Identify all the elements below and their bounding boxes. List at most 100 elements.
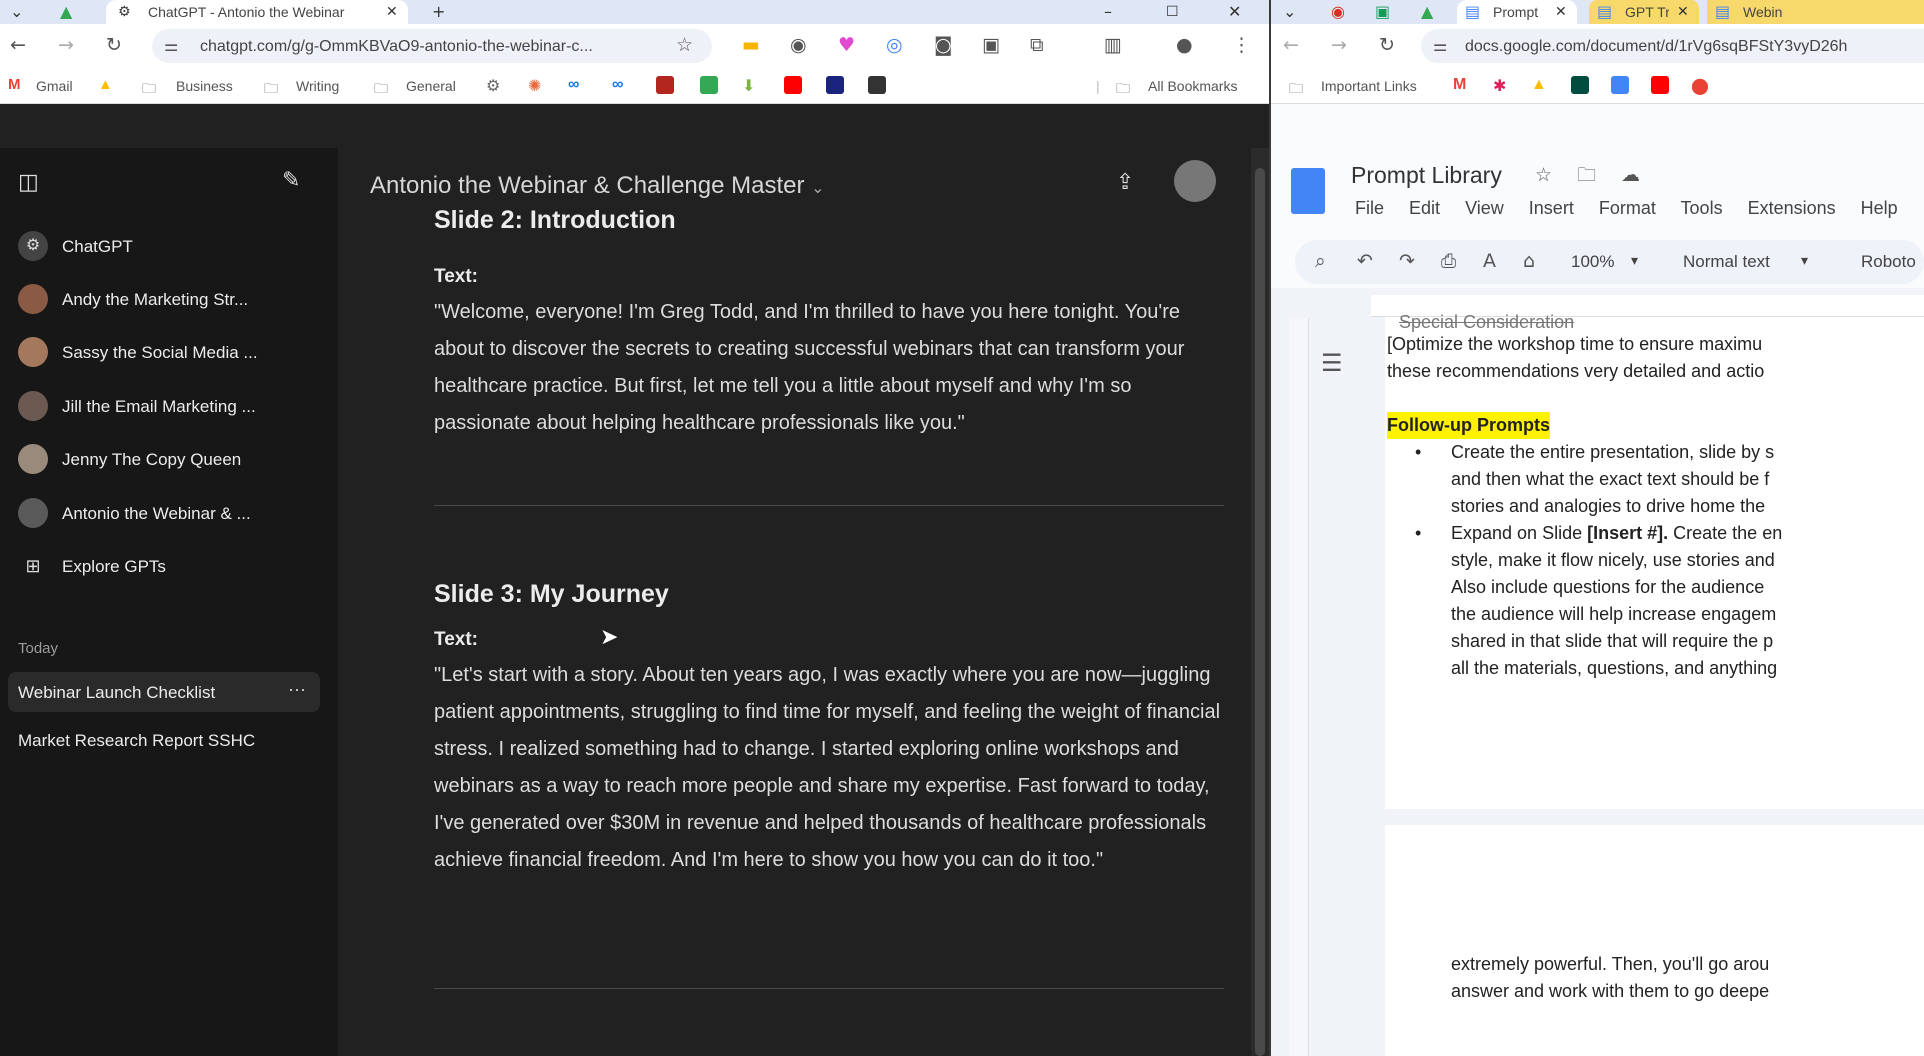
address-bar[interactable]: ⚌ chatgpt.com/g/g-OmmKBVaO9-antonio-the-… (152, 29, 712, 63)
drive-tab-icon[interactable]: ▲ (60, 2, 72, 21)
menu-help[interactable]: Help (1861, 198, 1898, 218)
chevron-down-icon[interactable]: ▾ (1801, 252, 1808, 269)
heart-extension-icon[interactable]: ♥ (838, 34, 855, 56)
chevron-down-icon[interactable]: ▾ (1631, 252, 1638, 269)
doc-text[interactable]: and then what the exact text should be f (1451, 466, 1769, 493)
drive-icon[interactable]: ▲ (1531, 76, 1549, 94)
back-icon[interactable]: ← (10, 34, 26, 56)
history-item[interactable]: Webinar Launch Checklist ⋯ (8, 672, 320, 712)
move-folder-icon[interactable]: 🗀 (1577, 164, 1596, 186)
maximize-icon[interactable]: ☐ (1166, 4, 1179, 20)
doc-text[interactable]: these recommendations very detailed and … (1387, 358, 1764, 385)
reload-icon[interactable]: ↻ (1379, 34, 1395, 56)
sidebar-gpt-sassy[interactable]: Sassy the Social Media ... (16, 332, 316, 372)
doc-text[interactable]: answer and work with them to go deepe (1451, 978, 1769, 1005)
zoom-select[interactable]: 100% (1571, 252, 1614, 272)
spellcheck-icon[interactable]: A (1483, 250, 1496, 272)
doc-heading[interactable]: Follow-up Prompts (1387, 412, 1550, 439)
doc-title[interactable]: Prompt Library (1351, 162, 1502, 189)
new-tab-icon[interactable]: + (432, 2, 445, 21)
more-options-icon[interactable]: ⋯ (288, 680, 306, 701)
bookmark-business[interactable]: Business (176, 78, 233, 94)
style-select[interactable]: Normal text (1683, 252, 1770, 272)
arrow-bookmark-icon[interactable]: ⬇ (742, 76, 760, 95)
forward-icon[interactable]: → (1331, 34, 1347, 56)
undo-icon[interactable]: ↶ (1357, 250, 1373, 272)
doc-text[interactable]: the audience will help increase engagem (1451, 601, 1776, 628)
share-icon[interactable]: ⇪ (1116, 170, 1134, 195)
bookmark-all[interactable]: All Bookmarks (1148, 78, 1237, 94)
menu-kebab-icon[interactable]: ⋮ (1232, 34, 1251, 56)
sidebar-gpt-andy[interactable]: Andy the Marketing Str... (16, 279, 316, 319)
app-bookmark-icon[interactable] (656, 76, 674, 94)
doc-text[interactable]: Also include questions for the audience (1451, 574, 1764, 601)
sidebar-explore-gpts[interactable]: ⊞ Explore GPTs (16, 546, 316, 586)
reload-icon[interactable]: ↻ (106, 34, 122, 56)
youtube-bookmark-icon[interactable] (784, 76, 802, 94)
tab-webinar[interactable]: ▤ Webin (1707, 0, 1924, 24)
site-info-icon[interactable]: ⚌ (1433, 35, 1447, 57)
star-icon[interactable]: ☆ (1535, 164, 1552, 186)
doc-text[interactable]: all the materials, questions, and anythi… (1451, 655, 1777, 682)
circle-extension-icon[interactable]: ◎ (886, 34, 903, 56)
sidebar-gpt-jill[interactable]: Jill the Email Marketing ... (16, 386, 316, 426)
site-info-icon[interactable]: ⚌ (164, 35, 178, 57)
tab-gpt[interactable]: ▤ GPT Tr ✕ (1589, 0, 1699, 24)
print-icon[interactable]: ⎙ (1441, 250, 1456, 272)
meta-bookmark-icon[interactable]: ∞ (568, 76, 586, 94)
user-avatar[interactable] (1174, 160, 1216, 202)
cloud-status-icon[interactable]: ☁ (1621, 164, 1640, 186)
bookmark-star-icon[interactable]: ☆ (676, 34, 693, 56)
doc-text[interactable]: extremely powerful. Then, you'll go arou (1451, 951, 1769, 978)
sidepanel-icon[interactable]: ▥ (1104, 34, 1122, 56)
paint-format-icon[interactable]: ⌂ (1523, 250, 1535, 272)
menu-file[interactable]: File (1355, 198, 1384, 218)
bookmark-writing[interactable]: Writing (296, 78, 339, 94)
new-chat-icon[interactable]: ✎ (282, 168, 300, 193)
toggle-sidebar-icon[interactable]: ◫ (18, 170, 39, 195)
meta-bookmark-icon-2[interactable]: ∞ (612, 76, 630, 94)
tab-search-icon[interactable]: ⌄ (10, 2, 23, 21)
youtube-icon[interactable] (1651, 76, 1669, 94)
doc-text[interactable]: shared in that slide that will require t… (1451, 628, 1773, 655)
slack-icon[interactable]: ✱ (1493, 76, 1511, 95)
search-menus-icon[interactable]: ⌕ (1315, 250, 1326, 272)
redo-icon[interactable]: ↷ (1399, 250, 1415, 272)
forward-icon[interactable]: → (58, 34, 74, 56)
close-tab-icon[interactable]: ✕ (1677, 4, 1689, 20)
chat-scrollbar[interactable] (1251, 148, 1269, 1056)
sbn-bookmark-icon[interactable] (868, 76, 886, 94)
maps-icon[interactable]: ⬤ (1691, 76, 1709, 95)
doc-text[interactable]: style, make it flow nicely, use stories … (1451, 547, 1775, 574)
openai-bookmark-icon[interactable]: ⚙ (486, 76, 504, 95)
close-tab-icon[interactable]: ✕ (1555, 4, 1567, 20)
outline-icon[interactable]: ☰ (1321, 351, 1343, 375)
close-tab-icon[interactable]: ✕ (386, 4, 398, 20)
menu-format[interactable]: Format (1599, 198, 1656, 218)
sidebar-gpt-antonio[interactable]: Antonio the Webinar & ... (16, 493, 316, 533)
download-bookmark-icon[interactable] (700, 76, 718, 94)
profile-avatar-icon[interactable]: ● (1176, 34, 1193, 56)
tab-prompt[interactable]: ▤ Prompt ✕ (1457, 0, 1577, 24)
address-bar[interactable]: ⚌ docs.google.com/document/d/1rVg6sqBFSt… (1421, 29, 1924, 63)
back-icon[interactable]: ← (1283, 34, 1299, 56)
mask-extension-icon[interactable]: ◙ (934, 34, 952, 56)
claude-bookmark-icon[interactable]: ✺ (528, 76, 546, 95)
sheets-tab-icon[interactable]: ▣ (1375, 2, 1390, 21)
editor-extension-icon[interactable]: ▣ (982, 34, 1000, 56)
docs-logo-icon[interactable] (1291, 168, 1325, 214)
doc-text[interactable]: [Optimize the workshop time to ensure ma… (1387, 331, 1762, 358)
bookmark-important-links[interactable]: Important Links (1321, 78, 1417, 94)
sidebar-gpt-jenny[interactable]: Jenny The Copy Queen (16, 439, 316, 479)
scroll-thumb[interactable] (1255, 168, 1265, 1056)
gpt-title-dropdown[interactable]: Antonio the Webinar & Challenge Master ⌄ (370, 172, 825, 200)
menu-view[interactable]: View (1465, 198, 1504, 218)
bookmark-gmail[interactable]: Gmail (36, 78, 73, 94)
drive-icon[interactable]: ▲ (98, 76, 116, 94)
doc-text[interactable]: Expand on Slide [Insert #]. Create the e… (1451, 520, 1782, 547)
menu-tools[interactable]: Tools (1681, 198, 1723, 218)
minimize-icon[interactable]: – (1104, 2, 1112, 21)
doc-text[interactable]: Create the entire presentation, slide by… (1451, 439, 1774, 466)
doc-text[interactable]: stories and analogies to drive home the (1451, 493, 1765, 520)
calendar-icon[interactable] (1611, 76, 1629, 94)
